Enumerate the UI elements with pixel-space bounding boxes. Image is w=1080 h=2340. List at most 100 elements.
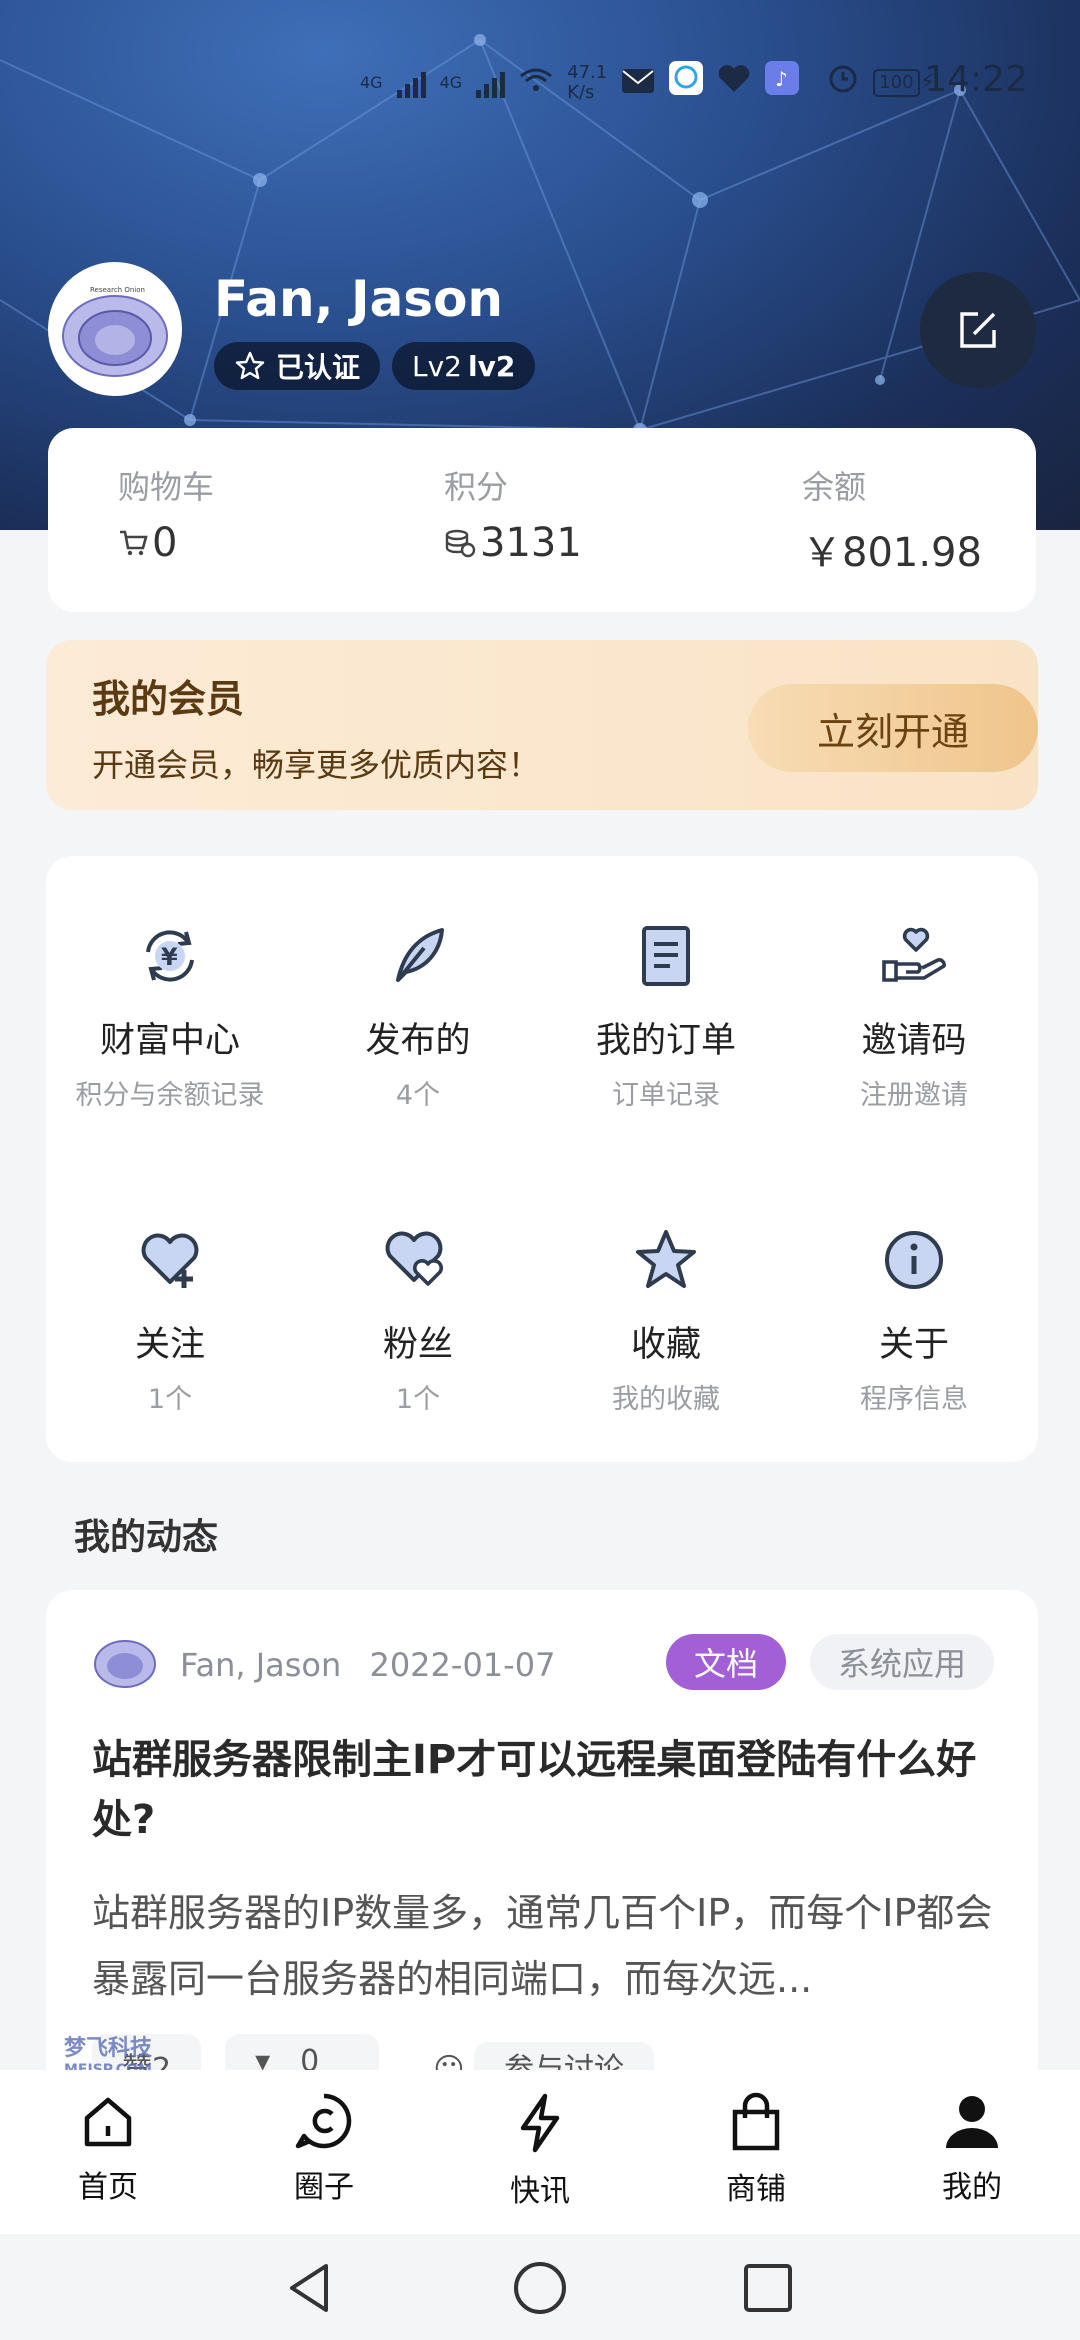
user-name: Fan, Jason bbox=[214, 270, 504, 328]
points-label: 积分 bbox=[444, 468, 509, 506]
bottom-tab-bar: 首页 圈子 快讯 商铺 我的 bbox=[0, 2070, 1080, 2234]
menu-item-about[interactable]: 关于 程序信息 bbox=[790, 1220, 1038, 1416]
svg-text:¥: ¥ bbox=[161, 943, 178, 971]
system-navigation-bar bbox=[0, 2234, 1080, 2340]
membership-banner: 我的会员 开通会员，畅享更多优质内容！ 立刻开通 bbox=[46, 640, 1038, 810]
post-topic-tag[interactable]: 系统应用 bbox=[810, 1634, 995, 1690]
tab-label: 快讯 bbox=[510, 2174, 570, 2209]
tab-label: 商铺 bbox=[726, 2172, 786, 2207]
svg-text:♪: ♪ bbox=[775, 67, 788, 91]
mail-icon bbox=[621, 63, 655, 103]
menu-sublabel: 我的收藏 bbox=[612, 1384, 720, 1415]
menu-sublabel: 1个 bbox=[395, 1384, 441, 1415]
menu-sublabel: 程序信息 bbox=[860, 1384, 968, 1415]
level-badge: Lv2 lv2 bbox=[392, 342, 536, 390]
menu-sublabel: 1个 bbox=[147, 1384, 193, 1415]
level-prefix: Lv2 bbox=[412, 349, 462, 383]
level-value: lv2 bbox=[467, 349, 516, 383]
post-meta: Fan, Jason 2022-01-07 bbox=[180, 1646, 555, 1684]
shopping-bag-icon bbox=[732, 2092, 780, 2151]
post-author-avatar[interactable] bbox=[90, 1626, 160, 1696]
balance-value: ￥801.98 bbox=[802, 530, 982, 576]
user-icon bbox=[946, 2096, 998, 2148]
verified-badge: 已认证 bbox=[214, 342, 381, 390]
heart-plus-icon bbox=[141, 1233, 199, 1288]
network-speed: 47.1 K/s bbox=[567, 61, 608, 103]
feather-icon bbox=[396, 928, 444, 982]
circle-chat-icon bbox=[295, 2093, 352, 2149]
menu-item-invite-code[interactable]: 邀请码 注册邀请 bbox=[790, 916, 1038, 1112]
feature-menu-grid: ¥ 财富中心 积分与余额记录 发布的 4个 我的订单 订单记录 邀请码 注册邀请… bbox=[46, 856, 1038, 1462]
menu-label: 财富中心 bbox=[99, 1021, 240, 1061]
menu-item-wealth-center[interactable]: ¥ 财富中心 积分与余额记录 bbox=[46, 916, 294, 1112]
edit-profile-button[interactable] bbox=[920, 272, 1036, 388]
menu-label: 我的订单 bbox=[595, 1021, 736, 1061]
post-author: Fan, Jason bbox=[180, 1646, 342, 1684]
menu-label: 收藏 bbox=[630, 1325, 701, 1365]
cart-label: 购物车 bbox=[118, 468, 215, 506]
avatar-caption: Research Onion bbox=[90, 286, 145, 294]
music-icon: ♪ bbox=[765, 61, 800, 104]
menu-item-published[interactable]: 发布的 4个 bbox=[294, 916, 542, 1112]
back-nav-icon[interactable] bbox=[284, 2260, 334, 2316]
tab-label: 圈子 bbox=[294, 2170, 354, 2205]
post-category-tag[interactable]: 文档 bbox=[666, 1634, 787, 1690]
membership-title: 我的会员 bbox=[92, 677, 245, 721]
tab-news[interactable]: 快讯 bbox=[432, 2092, 648, 2210]
battery-level: 100 bbox=[873, 68, 920, 97]
points-value: 3131 bbox=[480, 520, 582, 566]
speed-unit: K/s bbox=[567, 81, 595, 103]
avatar[interactable]: Research Onion bbox=[48, 262, 182, 396]
tab-shop[interactable]: 商铺 bbox=[648, 2092, 864, 2208]
signal-icon bbox=[396, 68, 426, 98]
menu-label: 关注 bbox=[134, 1325, 205, 1365]
membership-subtitle: 开通会员，畅享更多优质内容！ bbox=[92, 746, 541, 784]
lightning-icon bbox=[520, 2093, 560, 2153]
document-icon bbox=[642, 926, 690, 986]
post-date: 2022-01-07 bbox=[369, 1646, 556, 1684]
chat-app-icon bbox=[669, 61, 704, 104]
star-icon bbox=[636, 1230, 696, 1288]
my-activity-heading: 我的动态 bbox=[74, 1517, 219, 1558]
balance-label: 余额 bbox=[802, 468, 867, 506]
activity-post-card[interactable]: Fan, Jason 2022-01-07 文档 系统应用 站群服务器限制主IP… bbox=[46, 1590, 1038, 2090]
clock: 14:22 bbox=[924, 59, 1028, 100]
recents-nav-icon[interactable] bbox=[742, 2262, 794, 2314]
network-type-1: 4G bbox=[360, 73, 383, 92]
home-nav-icon[interactable] bbox=[512, 2260, 568, 2316]
tab-me[interactable]: 我的 bbox=[864, 2092, 1080, 2206]
tab-label: 首页 bbox=[78, 2170, 138, 2205]
menu-label: 粉丝 bbox=[382, 1325, 453, 1365]
menu-item-fans[interactable]: 粉丝 1个 bbox=[294, 1220, 542, 1416]
yen-refresh-icon: ¥ bbox=[146, 930, 194, 982]
home-icon bbox=[84, 2097, 132, 2147]
speed-value: 47.1 bbox=[567, 61, 608, 83]
hand-heart-icon bbox=[882, 927, 946, 982]
signal-icon-2 bbox=[476, 68, 506, 98]
menu-label: 发布的 bbox=[365, 1021, 471, 1061]
info-icon bbox=[885, 1231, 943, 1289]
menu-item-following[interactable]: 关注 1个 bbox=[46, 1220, 294, 1416]
balance-stat[interactable]: 余额 ￥801.98 bbox=[802, 462, 982, 578]
menu-sublabel: 积分与余额记录 bbox=[75, 1080, 265, 1111]
activate-membership-button[interactable]: 立刻开通 bbox=[748, 684, 1038, 772]
menu-item-favorites[interactable]: 收藏 我的收藏 bbox=[542, 1220, 790, 1416]
menu-item-orders[interactable]: 我的订单 订单记录 bbox=[542, 916, 790, 1112]
post-title[interactable]: 站群服务器限制主IP才可以远程桌面登陆有什么好处? bbox=[92, 1730, 1002, 1850]
post-excerpt: 站群服务器的IP数量多，通常几百个IP，而每个IP都会暴露同一台服务器的相同端口… bbox=[92, 1891, 993, 2001]
tab-home[interactable]: 首页 bbox=[0, 2092, 216, 2206]
network-type-2: 4G bbox=[439, 73, 463, 92]
cart-stat[interactable]: 购物车 0 bbox=[118, 462, 214, 566]
menu-label: 邀请码 bbox=[861, 1021, 967, 1061]
watermark-line1: 梦飞科技 bbox=[64, 2036, 153, 2061]
tab-circle[interactable]: 圈子 bbox=[216, 2092, 432, 2206]
star-outline-icon bbox=[235, 351, 265, 380]
wifi-icon bbox=[519, 63, 553, 103]
menu-sublabel: 4个 bbox=[395, 1080, 441, 1111]
edit-icon bbox=[960, 312, 996, 348]
points-stat[interactable]: 积分 3131 bbox=[444, 462, 582, 566]
menu-sublabel: 订单记录 bbox=[612, 1080, 720, 1111]
menu-label: 关于 bbox=[878, 1325, 949, 1365]
cart-icon bbox=[120, 530, 148, 556]
health-icon bbox=[717, 63, 751, 103]
